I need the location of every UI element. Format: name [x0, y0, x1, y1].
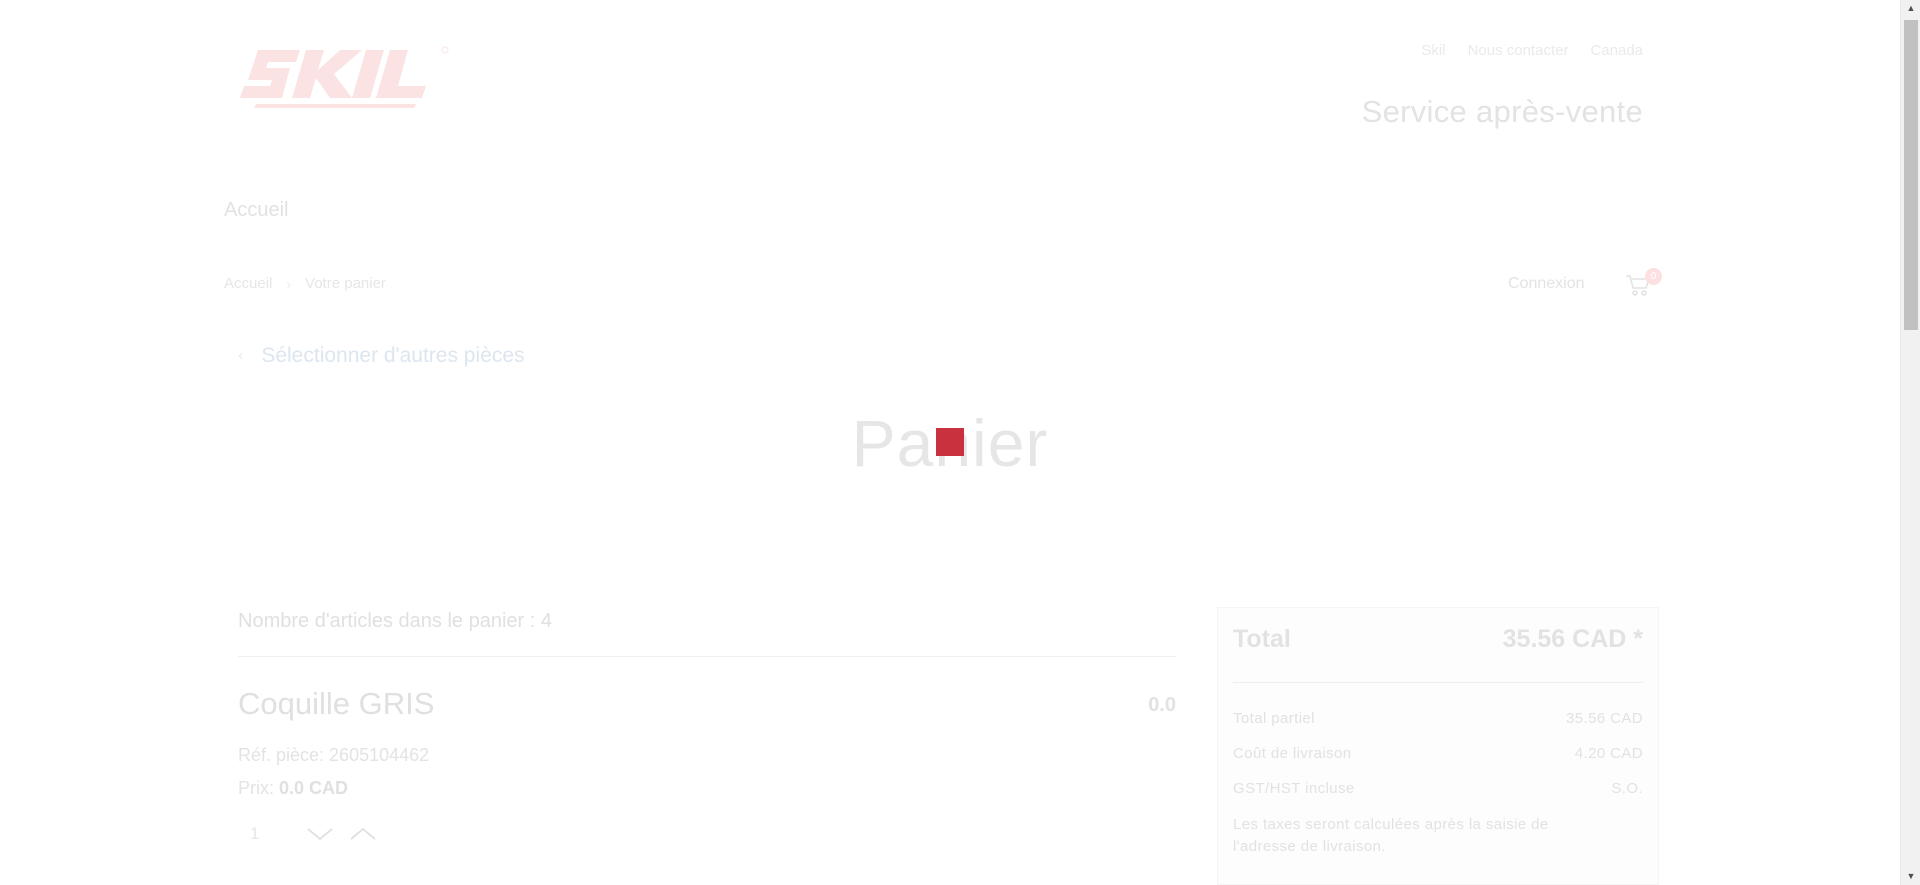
breadcrumb-home[interactable]: Accueil: [224, 275, 272, 292]
divider: [238, 656, 1176, 657]
item-price-value: 0.0 CAD: [279, 778, 349, 798]
chevron-left-icon: ‹: [238, 347, 244, 364]
summary-shipping-value: 4.20 CAD: [1574, 745, 1643, 762]
chevron-down-icon[interactable]: [306, 826, 334, 842]
summary-total-value: 35.56 CAD *: [1502, 625, 1643, 653]
summary-tax-note: Les taxes seront calculées après la sais…: [1233, 816, 1549, 855]
login-link[interactable]: Connexion: [1508, 275, 1585, 293]
scroll-thumb[interactable]: [1904, 20, 1918, 330]
summary-subtotal-value: 35.56 CAD: [1566, 710, 1643, 727]
summary-total-row: Total 35.56 CAD *: [1233, 625, 1643, 654]
item-price: Prix: 0.0 CAD: [238, 778, 348, 799]
page: Skil Nous contacter Canada Service après…: [0, 0, 1900, 885]
item-price-label: Prix:: [238, 778, 274, 798]
summary-tax-row: GST/HST incluse S.O.: [1233, 780, 1643, 797]
quantity-value[interactable]: 1: [250, 824, 259, 844]
nav-home-link[interactable]: Accueil: [224, 199, 288, 222]
skil-logo[interactable]: [236, 42, 452, 114]
item-amount: 0.0: [1148, 694, 1176, 716]
scroll-down-arrow-icon[interactable]: ▼: [1901, 868, 1920, 885]
top-link-country[interactable]: Canada: [1590, 42, 1643, 59]
summary-subtotal-row: Total partiel 35.56 CAD: [1233, 710, 1643, 727]
item-name[interactable]: Coquille GRIS: [238, 686, 434, 722]
divider: [1233, 682, 1643, 683]
breadcrumb: Accueil › Votre panier: [224, 275, 386, 292]
summary-subtotal-label: Total partiel: [1233, 710, 1315, 727]
chevron-right-icon: ›: [286, 275, 292, 292]
cart-count-badge: 0: [1645, 268, 1662, 285]
back-link-label: Sélectionner d'autres pièces: [261, 344, 525, 367]
top-link-contact[interactable]: Nous contacter: [1468, 42, 1569, 59]
loading-indicator: [936, 428, 964, 456]
summary-tax-label: GST/HST incluse: [1233, 780, 1355, 797]
page-scrollbar[interactable]: ▲ ▼: [1900, 0, 1920, 885]
breadcrumb-current: Votre panier: [305, 275, 386, 292]
summary-shipping-row: Coût de livraison 4.20 CAD: [1233, 745, 1643, 762]
back-to-parts-link[interactable]: ‹ Sélectionner d'autres pièces: [238, 344, 525, 368]
item-ref: Réf. pièce: 2605104462: [238, 745, 430, 765]
top-links: Skil Nous contacter Canada: [1421, 42, 1643, 59]
order-summary: Total 35.56 CAD * Total partiel 35.56 CA…: [1217, 607, 1659, 885]
scroll-up-arrow-icon[interactable]: ▲: [1901, 0, 1920, 17]
summary-shipping-label: Coût de livraison: [1233, 745, 1352, 762]
summary-tax-value: S.O.: [1611, 780, 1643, 797]
service-title: Service après-vente: [1361, 94, 1643, 129]
summary-total-label: Total: [1233, 625, 1291, 653]
items-count-label: Nombre d'articles dans le panier : 4: [238, 610, 552, 632]
chevron-up-icon[interactable]: [349, 826, 377, 842]
top-link-skil[interactable]: Skil: [1421, 42, 1445, 59]
